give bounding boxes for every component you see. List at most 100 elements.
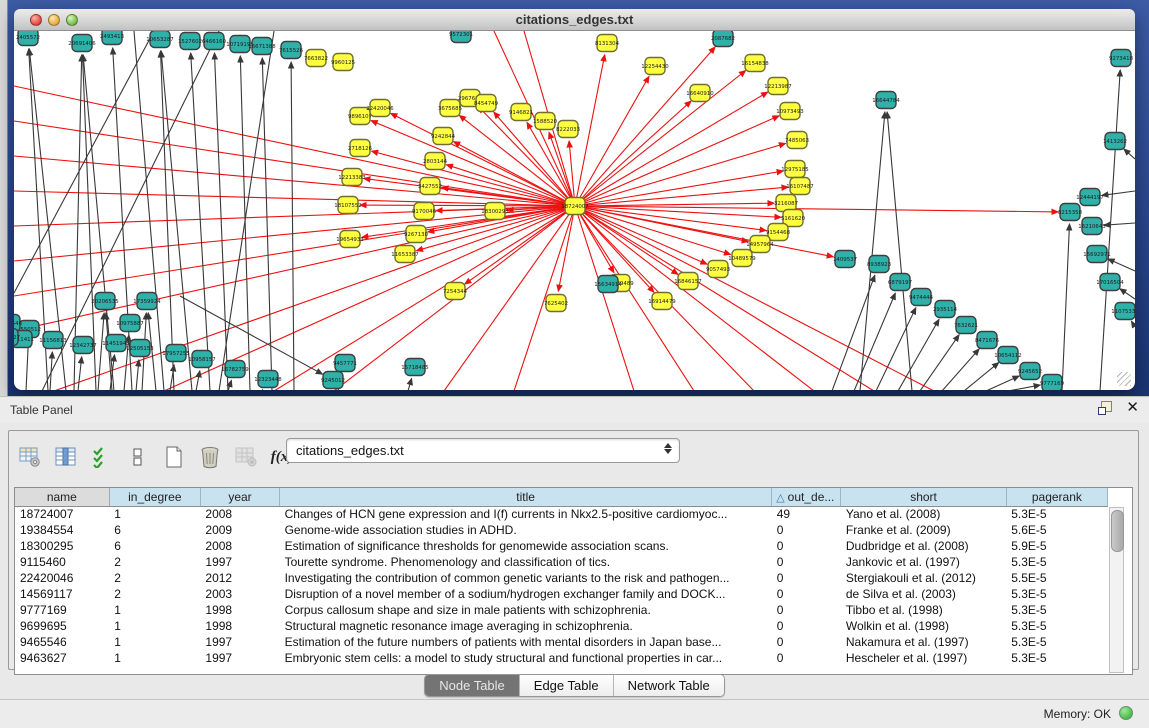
citation-network-graph[interactable]: 1872400718300295240557220691406249341310… [14,31,1135,390]
network-node[interactable]: 16154838 [741,55,769,72]
network-node[interactable]: 2087682 [711,31,735,47]
network-node[interactable]: 7485063 [785,132,809,149]
network-node[interactable]: 10654112 [994,347,1021,364]
column-header-name[interactable]: name [15,488,109,506]
memory-ok-indicator-icon[interactable] [1119,706,1133,720]
import-table-icon[interactable] [233,444,259,470]
network-node[interactable]: 1588520 [533,113,558,130]
network-node[interactable]: 7254344 [443,283,468,300]
network-window[interactable]: citations_edges.txt 18724007183002952405… [14,9,1135,390]
scrollbar-thumb[interactable] [1111,510,1124,552]
network-node[interactable]: 9777169 [1040,375,1065,391]
network-node[interactable]: 10975887 [116,315,143,332]
network-node[interactable]: 8938923 [867,256,891,273]
network-node[interactable]: 16644784 [872,92,900,109]
tab-network-table[interactable]: Network Table [614,675,724,696]
network-node[interactable]: 11075338 [1111,303,1135,320]
table-row[interactable]: 1830029562008Estimation of significance … [15,538,1108,554]
network-node[interactable]: 2718126 [348,140,373,157]
column-header-pagerank[interactable]: pagerank [1006,488,1107,506]
network-node[interactable]: 2493413 [100,31,124,45]
network-node[interactable]: 12213987 [764,78,791,95]
network-node[interactable]: 16782759 [221,361,249,378]
network-node[interactable]: 17016504 [1096,274,1124,291]
network-node[interactable]: 9242844 [431,128,456,145]
network-node[interactable]: 8222033 [556,121,580,138]
network-canvas[interactable]: 1872400718300295240557220691406249341310… [14,31,1135,390]
network-node[interactable]: 16107487 [786,178,813,195]
network-node[interactable]: 15692971 [1083,246,1110,263]
column-header-year[interactable]: year [200,488,279,506]
table-row[interactable]: 969969511998Structural magnetic resonanc… [15,618,1108,634]
table-settings-icon[interactable] [17,444,43,470]
network-node[interactable]: 1409537 [833,251,857,268]
tab-node-table[interactable]: Node Table [425,675,520,696]
network-node[interactable]: 7632621 [954,317,978,334]
network-node[interactable]: 8471676 [975,332,1000,349]
network-node[interactable]: 9170046 [412,203,437,220]
network-node[interactable]: 1527602 [178,33,202,50]
table-row[interactable]: 2242004622012Investigating the contribut… [15,570,1108,586]
network-node[interactable]: 8454749 [474,95,499,112]
show-columns-icon[interactable] [53,444,79,470]
network-node[interactable]: 11156813 [39,332,66,349]
network-node[interactable]: 12213383 [338,169,365,186]
table-row[interactable]: 1456911722003Disruption of a novel membe… [15,586,1108,602]
column-header-in_degree[interactable]: in_degree [109,488,200,506]
network-node[interactable]: 9057493 [706,261,730,278]
network-node[interactable]: 17359924 [133,293,161,310]
network-node[interactable]: 15718485 [401,359,428,376]
column-header-title[interactable]: title [280,488,772,506]
network-node[interactable]: 16640910 [686,85,714,102]
table-row[interactable]: 977716911998Corpus callosum shape and si… [15,602,1108,618]
network-node[interactable]: 7615526 [279,42,304,59]
network-node[interactable]: 10958157 [188,351,215,368]
network-node[interactable]: 7625402 [544,295,568,312]
tab-edge-table[interactable]: Edge Table [520,675,614,696]
row-height-icon[interactable] [125,444,151,470]
network-node[interactable]: 9474444 [909,289,934,306]
network-node[interactable]: 9267130 [404,226,429,243]
network-node[interactable]: 10489579 [728,250,756,267]
network-node[interactable]: 9245652 [1018,363,1042,380]
network-node[interactable]: 20691406 [68,35,96,52]
network-node[interactable]: 2405572 [16,31,40,46]
table-select-dropdown[interactable]: citations_edges.txt [286,438,680,463]
network-node[interactable]: 9245012 [321,372,345,389]
float-window-icon[interactable] [1098,401,1112,415]
network-node[interactable]: 7663822 [304,50,328,67]
network-node[interactable]: 2935114 [933,301,958,318]
table-row[interactable]: 1938455462009Genome-wide association stu… [15,522,1108,538]
network-node[interactable]: 9146821 [509,104,533,121]
network-node[interactable]: 16846157 [674,273,701,290]
network-node[interactable]: 3675685 [438,100,462,117]
network-node[interactable]: 22420046 [366,100,394,117]
table-vertical-scrollbar[interactable] [1109,507,1124,673]
network-node[interactable]: 9572301 [449,31,473,43]
network-node[interactable]: 8131304 [595,35,620,52]
network-window-titlebar[interactable]: citations_edges.txt [14,9,1135,31]
network-node[interactable]: 8215358 [1058,204,1083,221]
network-node[interactable]: 16671388 [248,38,276,55]
network-node[interactable]: 6466160 [202,33,227,50]
network-node[interactable]: 3427552 [418,178,442,195]
close-icon[interactable]: ✕ [1126,401,1139,415]
network-node[interactable]: 9960125 [331,54,355,71]
network-node[interactable]: 12254430 [641,58,669,75]
table-row[interactable]: 946554611997Estimation of the future num… [15,634,1108,650]
column-header-out_de[interactable]: △out_de... [772,488,841,506]
network-node[interactable]: 12342737 [69,337,96,354]
table-row[interactable]: 1872400712008Changes of HCN gene express… [15,506,1108,522]
column-header-short[interactable]: short [841,488,1006,506]
network-node[interactable]: 12505153 [126,340,153,357]
network-node[interactable]: 18107552 [334,197,361,214]
window-resize-grip[interactable] [1117,372,1131,386]
network-node[interactable]: 20206535 [91,293,118,310]
network-node[interactable]: 16210643 [1078,218,1105,235]
network-node[interactable]: 11653387 [391,246,418,263]
network-node[interactable]: 17957255 [162,345,189,362]
network-node[interactable]: 12975185 [781,161,808,178]
network-node[interactable]: 18300295 [481,203,508,220]
new-table-icon[interactable] [161,444,187,470]
select-rows-icon[interactable] [89,444,115,470]
